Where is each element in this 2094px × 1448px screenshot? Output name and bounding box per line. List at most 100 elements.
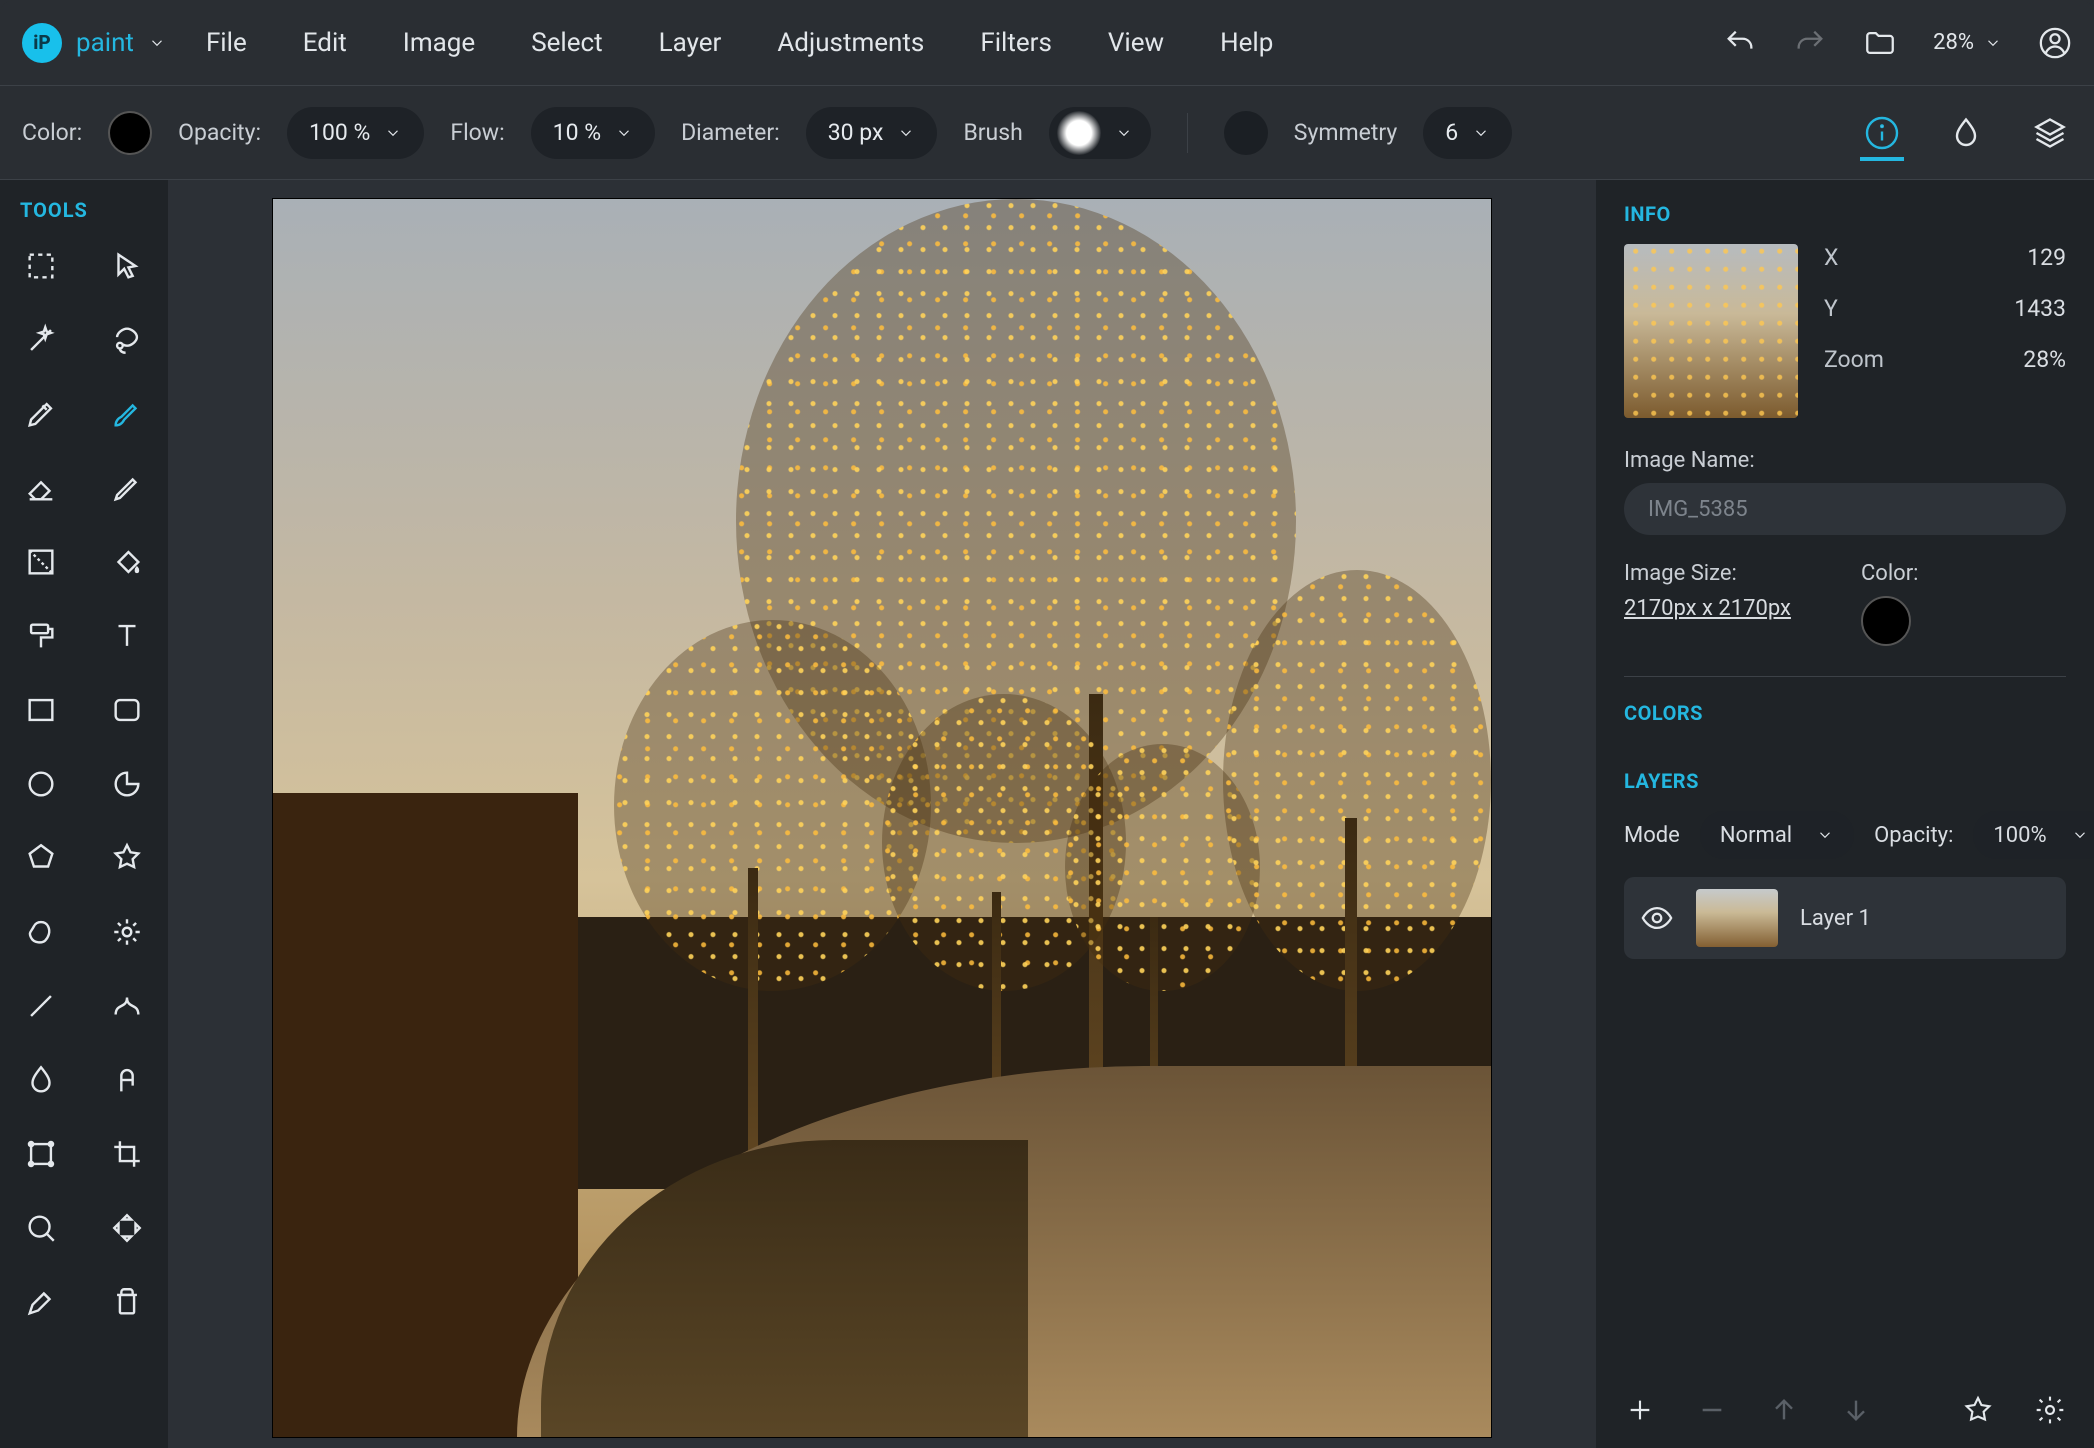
tool-pencil[interactable]: [95, 458, 159, 518]
tool-pie[interactable]: [95, 754, 159, 814]
canvas-area[interactable]: [168, 180, 1596, 1448]
layer-actions: [1624, 1374, 2066, 1426]
text-icon: [110, 619, 144, 653]
tool-trash[interactable]: [95, 1272, 159, 1332]
colors-title[interactable]: COLORS: [1624, 701, 2066, 725]
transform-icon: [24, 1137, 58, 1171]
redo-button[interactable]: [1793, 26, 1827, 60]
menu-layer[interactable]: Layer: [659, 28, 722, 58]
tool-brush[interactable]: [95, 384, 159, 444]
blend-mode-dropdown[interactable]: Normal: [1700, 811, 1854, 859]
tool-blob[interactable]: [9, 902, 73, 962]
magic-wand-icon: [24, 323, 58, 357]
chevron-down-icon: [2071, 826, 2089, 844]
tool-fill-bucket[interactable]: [95, 532, 159, 592]
tool-paint-roller[interactable]: [9, 606, 73, 666]
image-name-input[interactable]: [1624, 483, 2066, 535]
brush-preset-dropdown[interactable]: [1049, 107, 1151, 159]
layer-settings-button[interactable]: [2034, 1394, 2066, 1426]
curve-icon: [110, 989, 144, 1023]
blend-mode-value: Normal: [1720, 823, 1792, 848]
x-label: X: [1824, 244, 1838, 271]
move-layer-up-button[interactable]: [1768, 1394, 1800, 1426]
zoom-display[interactable]: 28%: [1933, 30, 2002, 55]
menu-help[interactable]: Help: [1220, 28, 1273, 58]
tool-text[interactable]: [95, 606, 159, 666]
symmetry-toggle[interactable]: [1224, 111, 1268, 155]
brush-preview-icon: [1057, 111, 1101, 155]
tool-marquee-select[interactable]: [9, 236, 73, 296]
menu-file[interactable]: File: [206, 28, 247, 58]
tool-curve[interactable]: [95, 976, 159, 1036]
tool-gear[interactable]: [95, 902, 159, 962]
tool-blur[interactable]: [9, 1050, 73, 1110]
opacity-dropdown[interactable]: 100 %: [287, 107, 424, 159]
menu-adjustments[interactable]: Adjustments: [777, 28, 924, 58]
tool-eyedropper[interactable]: [9, 1272, 73, 1332]
blur-icon: [24, 1063, 58, 1097]
tool-lasso[interactable]: [95, 310, 159, 370]
brand-block[interactable]: iP paint: [22, 23, 166, 63]
tool-smudge[interactable]: [95, 1050, 159, 1110]
tool-rectangle[interactable]: [9, 680, 73, 740]
brush-icon: [110, 397, 144, 431]
delete-layer-button[interactable]: [1696, 1394, 1728, 1426]
adjust-panel-button[interactable]: [1944, 111, 1988, 155]
tool-star[interactable]: [95, 828, 159, 888]
menu-filters[interactable]: Filters: [980, 28, 1052, 58]
flow-value: 10 %: [553, 119, 601, 146]
layers-panel-button[interactable]: [2028, 111, 2072, 155]
tool-zoom[interactable]: [9, 1198, 73, 1258]
layer-opacity-dropdown[interactable]: 100%: [1973, 811, 2094, 859]
favorite-layer-button[interactable]: [1962, 1394, 1994, 1426]
undo-button[interactable]: [1723, 26, 1757, 60]
layer-thumbnail: [1696, 889, 1778, 947]
crop-icon: [110, 1137, 144, 1171]
add-layer-button[interactable]: [1624, 1394, 1656, 1426]
tool-eraser[interactable]: [9, 458, 73, 518]
chevron-down-icon: [148, 34, 166, 52]
tool-polygon[interactable]: [9, 828, 73, 888]
tool-pan-arrows[interactable]: [95, 1198, 159, 1258]
info-color-swatch[interactable]: [1861, 596, 1911, 646]
rounded-rectangle-icon: [110, 693, 144, 727]
pen-icon: [24, 397, 58, 431]
flow-label: Flow:: [450, 119, 504, 146]
menu-image[interactable]: Image: [403, 28, 475, 58]
zoom-value: 28%: [1933, 30, 1974, 55]
tool-line[interactable]: [9, 976, 73, 1036]
flow-dropdown[interactable]: 10 %: [531, 107, 655, 159]
diameter-dropdown[interactable]: 30 px: [806, 107, 938, 159]
foreground-color-swatch[interactable]: [108, 111, 152, 155]
menu-edit[interactable]: Edit: [303, 28, 347, 58]
tool-magic-wand[interactable]: [9, 310, 73, 370]
tool-transform[interactable]: [9, 1124, 73, 1184]
canvas-image[interactable]: [272, 198, 1492, 1438]
info-panel-button[interactable]: [1860, 117, 1904, 161]
tool-ellipse[interactable]: [9, 754, 73, 814]
open-file-button[interactable]: [1863, 26, 1897, 60]
color-label: Color:: [22, 119, 82, 146]
move-layer-down-button[interactable]: [1840, 1394, 1872, 1426]
blob-icon: [24, 915, 58, 949]
account-button[interactable]: [2038, 26, 2072, 60]
chevron-down-icon: [1115, 124, 1133, 142]
info-thumbnail[interactable]: [1624, 244, 1798, 418]
x-value: 129: [2027, 244, 2066, 271]
chevron-down-icon: [897, 124, 915, 142]
visibility-icon[interactable]: [1640, 901, 1674, 935]
layer-row[interactable]: Layer 1: [1624, 877, 2066, 959]
tool-pen[interactable]: [9, 384, 73, 444]
tool-rounded-rectangle[interactable]: [95, 680, 159, 740]
tool-gradient[interactable]: [9, 532, 73, 592]
image-size-label: Image Size:: [1624, 561, 1791, 586]
symmetry-dropdown[interactable]: 6: [1423, 107, 1512, 159]
rectangle-icon: [24, 693, 58, 727]
menu-select[interactable]: Select: [531, 28, 602, 58]
tool-crop[interactable]: [95, 1124, 159, 1184]
opacity-label: Opacity:: [178, 119, 261, 146]
menu-view[interactable]: View: [1108, 28, 1164, 58]
menubar-right: 28%: [1723, 26, 2072, 60]
image-size-link[interactable]: 2170px x 2170px: [1624, 596, 1791, 621]
tool-pointer[interactable]: [95, 236, 159, 296]
